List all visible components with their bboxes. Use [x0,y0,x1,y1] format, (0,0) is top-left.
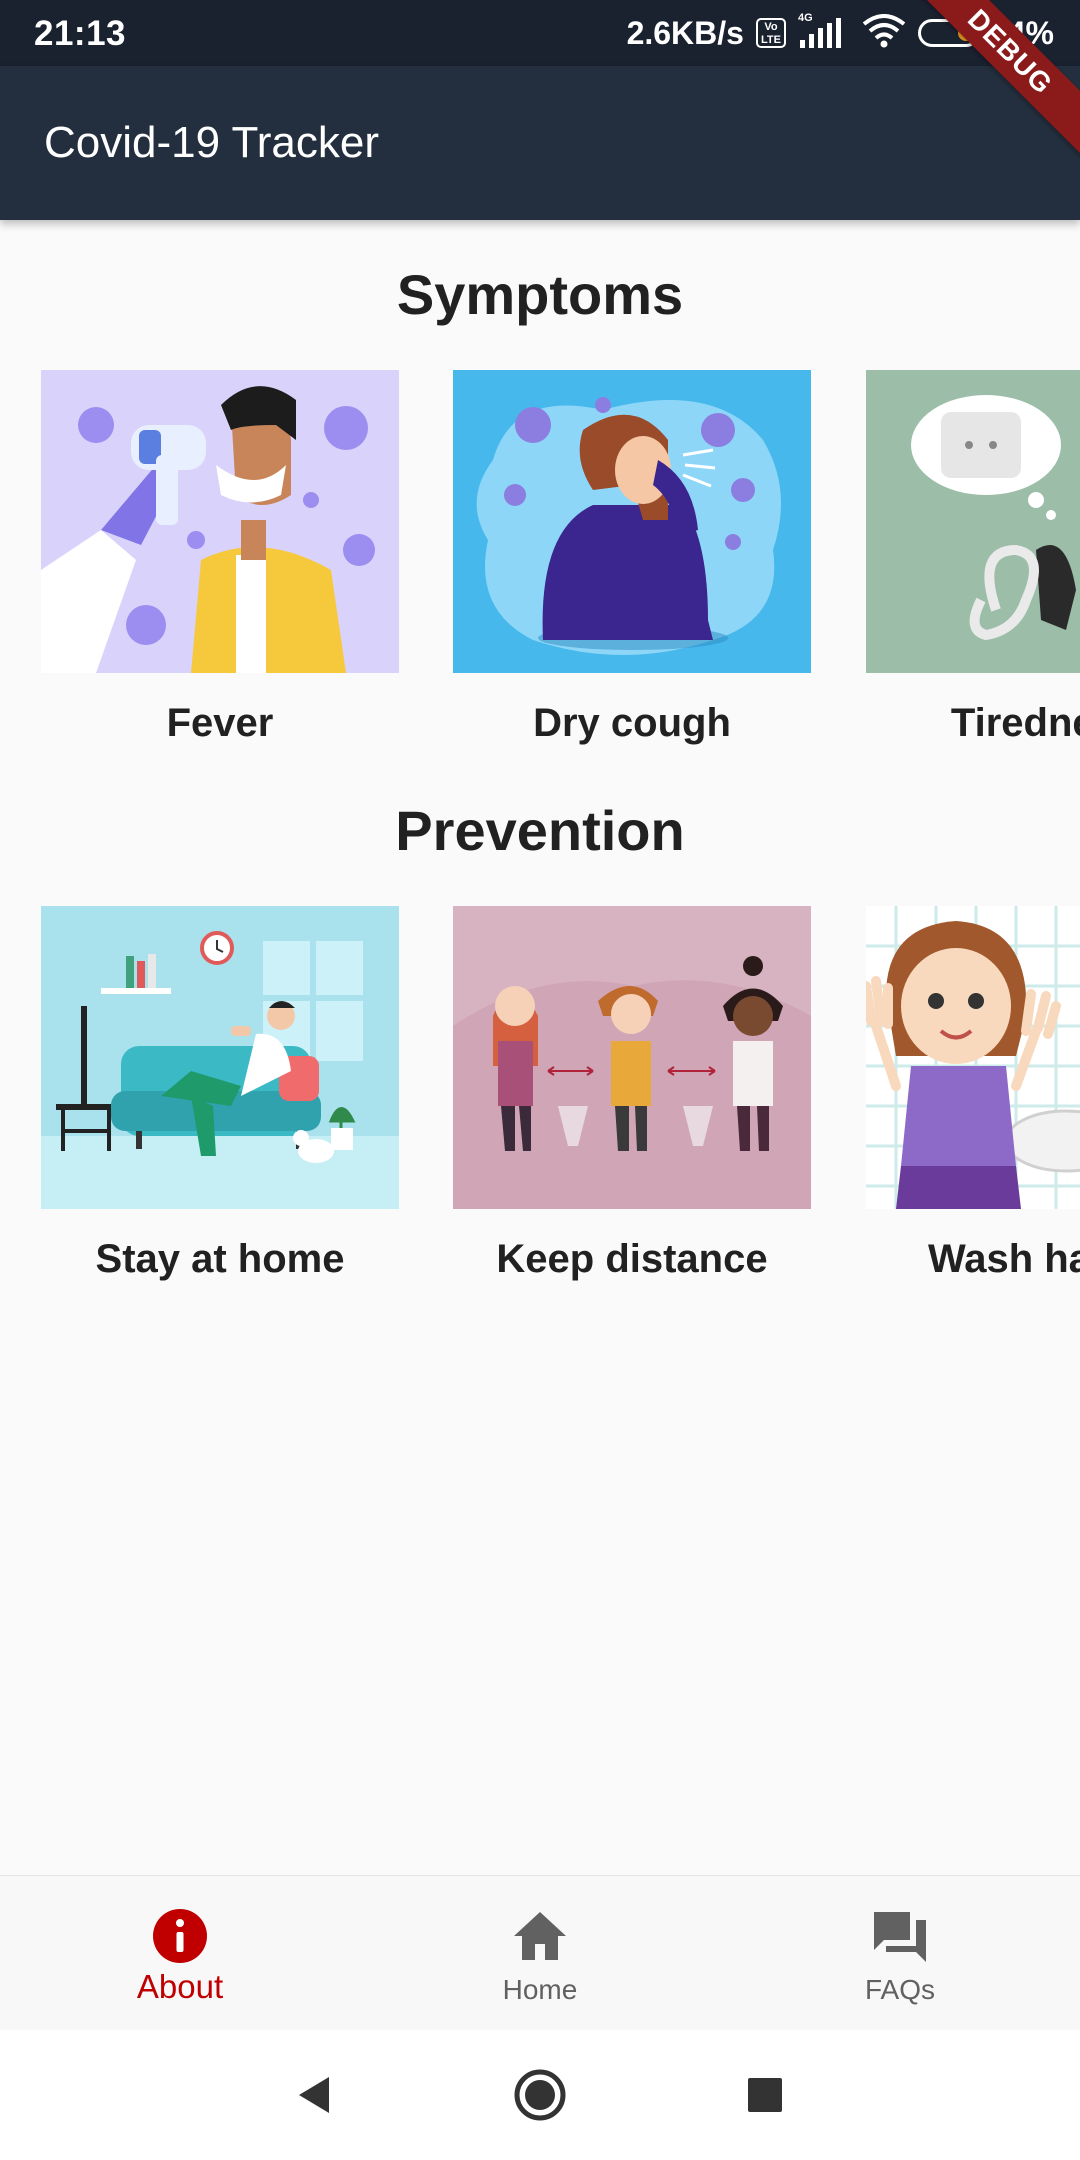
stay-at-home-illustration [41,906,399,1209]
dry-cough-illustration [453,370,811,673]
nav-item-faqs[interactable]: FAQs [720,1876,1080,2031]
fever-illustration [41,370,399,673]
keep-distance-illustration [453,906,811,1209]
prevention-card-stay-at-home[interactable]: Stay at home [41,906,399,1282]
prevention-label: Stay at home [95,1237,345,1281]
symptoms-carousel[interactable]: Fever Dry cough Tiredness [0,370,1080,790]
network-speed: 2.6KB/s [626,14,744,51]
home-icon [514,1912,566,1960]
symptom-label: Tiredness [950,701,1080,745]
volte-bottom-text: LTE [760,34,781,46]
info-icon [153,1909,207,1963]
status-time: 21:13 [34,14,127,53]
nav-label-faqs: FAQs [864,1974,935,2005]
prevention-label: Wash hands [927,1237,1080,1281]
status-bar: 21:13 2.6KB/s Vo LTE 4G [0,0,1080,66]
network-type: 4G [797,12,813,24]
volte-top-text: Vo [764,21,778,33]
app-bar: Covid-19 Tracker [0,66,1080,220]
symptom-card-fever[interactable]: Fever [41,370,399,746]
prevention-card-wash-hands[interactable]: Wash hands [866,906,1080,1282]
symptoms-title: Symptoms [396,263,684,326]
volte-icon: Vo LTE [755,18,786,48]
symptom-card-tiredness[interactable]: Tiredness [866,370,1080,746]
prevention-card-keep-distance[interactable]: Keep distance [453,906,811,1282]
signal-icon: 4G [798,12,850,48]
nav-label-home: Home [502,1974,578,2005]
prevention-label: Keep distance [496,1237,768,1281]
symptom-label: Dry cough [533,701,731,745]
prevention-title: Prevention [395,799,685,862]
nav-item-home[interactable]: Home [360,1876,720,2031]
nav-label-about: About [136,1968,224,2005]
back-icon[interactable] [285,2065,345,2125]
bottom-navigation: About Home FAQs [0,1875,1080,2031]
chat-bubbles-icon [874,1912,926,1962]
wifi-icon [862,13,906,53]
tiredness-illustration [866,370,1080,673]
recents-icon[interactable] [735,2065,795,2125]
home-circle-icon[interactable] [510,2065,570,2125]
prevention-carousel[interactable]: Stay at home Keep distance Wash ha [0,906,1080,1326]
symptom-label: Fever [166,701,274,745]
nav-item-about[interactable]: About [0,1876,360,2031]
symptom-card-dry-cough[interactable]: Dry cough [453,370,811,746]
wash-hands-illustration [866,906,1080,1209]
system-navigation-bar [0,2030,1080,2160]
app-title: Covid-19 Tracker [44,118,380,167]
